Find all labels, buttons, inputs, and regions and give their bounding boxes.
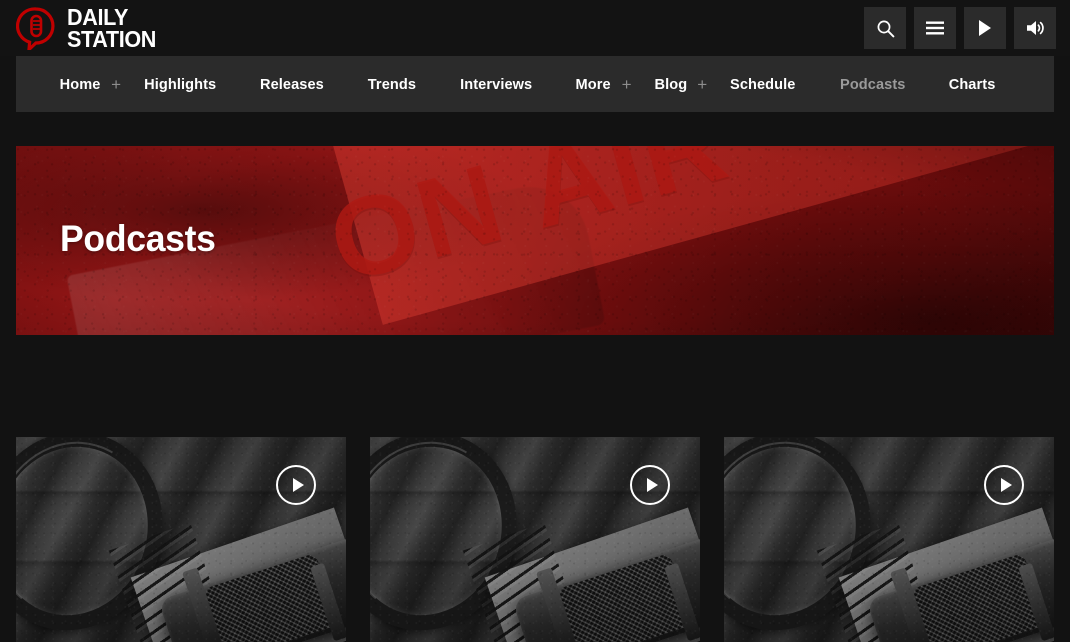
play-circle-icon[interactable] xyxy=(276,465,316,505)
search-icon xyxy=(876,19,895,38)
site-logo[interactable]: DAILY STATION xyxy=(16,5,162,52)
nav-label-releases: Releases xyxy=(260,75,325,93)
main-navigation: Home + Highlights Releases Trends Interv… xyxy=(16,56,1054,112)
nav-item-highlights[interactable]: Highlights xyxy=(122,56,238,112)
menu-button[interactable] xyxy=(914,7,956,49)
nav-label-home: Home xyxy=(59,75,101,93)
play-button[interactable] xyxy=(964,7,1006,49)
nav-item-schedule[interactable]: Schedule xyxy=(708,56,818,112)
podcast-card-2[interactable] xyxy=(370,437,700,642)
nav-item-more[interactable]: More xyxy=(554,56,632,112)
play-circle-icon[interactable] xyxy=(984,465,1024,505)
brand-wordmark: DAILY STATION xyxy=(67,5,162,52)
play-triangle xyxy=(646,478,658,492)
nav-item-charts[interactable]: Charts xyxy=(927,56,1017,112)
nav-label-highlights: Highlights xyxy=(144,75,217,93)
podcast-card-grid xyxy=(16,437,1054,642)
nav-item-releases[interactable]: Releases xyxy=(238,56,346,112)
nav-label-charts: Charts xyxy=(948,75,996,93)
nav-item-interviews[interactable]: Interviews xyxy=(438,56,554,112)
brand-line-2: STATION xyxy=(67,25,157,52)
header-actions xyxy=(864,7,1056,49)
page-root: DAILY STATION Home + Highlights Releases… xyxy=(0,0,1070,642)
nav-item-blog[interactable]: Blog xyxy=(633,56,709,112)
podcast-card-1[interactable] xyxy=(16,437,346,642)
volume-icon xyxy=(1025,19,1045,37)
play-triangle xyxy=(292,478,304,492)
nav-item-home[interactable]: Home xyxy=(38,56,122,112)
nav-item-podcasts[interactable]: Podcasts xyxy=(818,56,928,112)
play-icon xyxy=(977,19,993,37)
nav-label-more: More xyxy=(575,75,612,93)
hamburger-menu-icon xyxy=(925,20,945,36)
nav-label-interviews: Interviews xyxy=(460,75,533,93)
nav-label-schedule: Schedule xyxy=(730,75,796,93)
page-title: Podcasts xyxy=(60,218,216,259)
nav-label-trends: Trends xyxy=(367,75,417,93)
search-button[interactable] xyxy=(864,7,906,49)
site-header: DAILY STATION xyxy=(0,0,1070,56)
play-triangle xyxy=(1000,478,1012,492)
nav-label-podcasts: Podcasts xyxy=(839,75,906,93)
hero-banner: ON AIR Podcasts xyxy=(16,146,1054,335)
nav-label-blog: Blog xyxy=(654,75,687,93)
volume-button[interactable] xyxy=(1014,7,1056,49)
nav-item-trends[interactable]: Trends xyxy=(346,56,438,112)
podcast-card-3[interactable] xyxy=(724,437,1054,642)
microphone-speech-bubble-icon xyxy=(16,6,58,50)
play-circle-icon[interactable] xyxy=(630,465,670,505)
